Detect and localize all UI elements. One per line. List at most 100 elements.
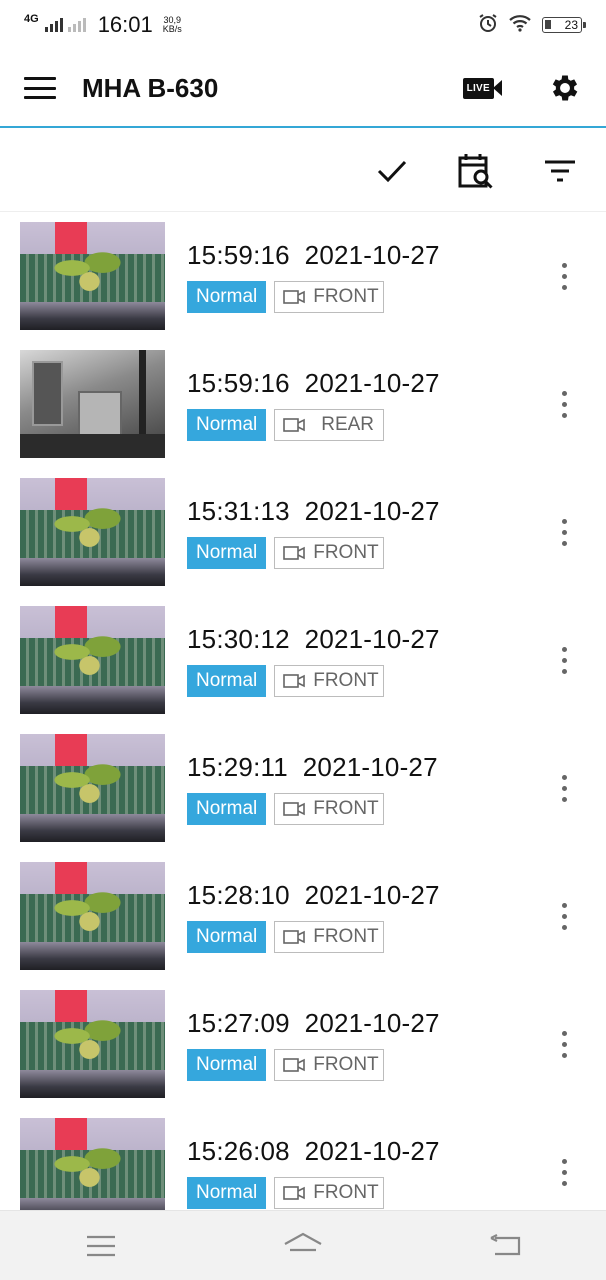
recording-timestamp: 15:27:09 2021-10-27 [187, 1008, 440, 1039]
recording-info: 15:59:16 2021-10-27 Normal FRONT [187, 240, 440, 313]
gear-icon[interactable] [548, 71, 582, 105]
calendar-search-icon[interactable] [456, 151, 496, 191]
recording-timestamp: 15:29:11 2021-10-27 [187, 752, 438, 783]
event-type-badge: Normal [187, 920, 267, 953]
recording-tags: Normal FRONT [187, 1048, 440, 1081]
more-vertical-icon[interactable] [552, 384, 576, 424]
video-thumbnail [20, 862, 165, 970]
list-item[interactable]: 15:30:12 2021-10-27 Normal FRONT [0, 596, 606, 724]
system-nav-bar [0, 1210, 606, 1280]
video-camera-icon [283, 801, 306, 817]
event-type-badge: Normal [187, 408, 267, 441]
recording-timestamp: 15:28:10 2021-10-27 [187, 880, 440, 911]
filter-icon[interactable] [540, 151, 580, 191]
recent-apps-icon[interactable] [71, 1221, 131, 1271]
battery-icon: 23 [542, 17, 586, 33]
recording-tags: Normal FRONT [187, 280, 440, 313]
camera-badge: FRONT [274, 1176, 385, 1209]
camera-label: FRONT [313, 1181, 379, 1203]
recording-info: 15:29:11 2021-10-27 Normal FRONT [187, 752, 438, 825]
video-thumbnail [20, 478, 165, 586]
recording-date: 2021-10-27 [304, 367, 440, 398]
camera-badge: FRONT [274, 536, 385, 569]
video-thumbnail [20, 222, 165, 330]
more-vertical-icon[interactable] [552, 640, 576, 680]
more-vertical-icon[interactable] [552, 1024, 576, 1064]
video-thumbnail [20, 1118, 165, 1210]
event-type-badge: Normal [187, 280, 267, 313]
list-toolbar [0, 130, 606, 212]
recording-time: 15:28:10 [187, 879, 290, 910]
more-vertical-icon[interactable] [552, 1152, 576, 1192]
live-camera-icon[interactable]: LIVE [462, 77, 502, 99]
camera-label: FRONT [313, 669, 379, 691]
more-vertical-icon[interactable] [552, 768, 576, 808]
recording-timestamp: 15:59:16 2021-10-27 [187, 368, 440, 399]
video-camera-icon [283, 545, 306, 561]
recording-timestamp: 15:26:08 2021-10-27 [187, 1136, 440, 1167]
video-thumbnail [20, 734, 165, 842]
recording-info: 15:31:13 2021-10-27 Normal FRONT [187, 496, 440, 569]
list-item[interactable]: 15:27:09 2021-10-27 Normal FRONT [0, 980, 606, 1108]
network-type: 4G [24, 12, 39, 25]
recording-tags: Normal FRONT [187, 536, 440, 569]
more-vertical-icon[interactable] [552, 896, 576, 936]
status-bar: 4G 16:01 30,9 KB/s 23 [0, 0, 606, 50]
alarm-icon [478, 13, 498, 38]
list-item[interactable]: 15:59:16 2021-10-27 Normal FRONT [0, 212, 606, 340]
recording-date: 2021-10-27 [302, 751, 438, 782]
camera-badge: FRONT [274, 920, 385, 953]
hamburger-icon[interactable] [24, 77, 56, 99]
recording-time: 15:31:13 [187, 495, 290, 526]
recording-time: 15:26:08 [187, 1135, 290, 1166]
recording-time: 15:30:12 [187, 623, 290, 654]
recording-list: 15:59:16 2021-10-27 Normal FRONT 15:59:1… [0, 212, 606, 1210]
list-item[interactable]: 15:26:08 2021-10-27 Normal FRONT [0, 1108, 606, 1210]
more-vertical-icon[interactable] [552, 256, 576, 296]
recording-date: 2021-10-27 [304, 1007, 440, 1038]
recording-info: 15:30:12 2021-10-27 Normal FRONT [187, 624, 440, 697]
recording-date: 2021-10-27 [304, 623, 440, 654]
video-camera-icon [283, 673, 306, 689]
recording-timestamp: 15:31:13 2021-10-27 [187, 496, 440, 527]
status-right: 23 [478, 13, 586, 38]
recording-date: 2021-10-27 [304, 239, 440, 270]
video-camera-icon [283, 1057, 306, 1073]
camera-badge: FRONT [274, 664, 385, 697]
more-vertical-icon[interactable] [552, 512, 576, 552]
video-camera-icon [283, 417, 306, 433]
video-thumbnail [20, 606, 165, 714]
recording-time: 15:27:09 [187, 1007, 290, 1038]
list-item[interactable]: 15:29:11 2021-10-27 Normal FRONT [0, 724, 606, 852]
wifi-icon [508, 14, 532, 37]
app-bar: MHA B-630 LIVE [0, 50, 606, 128]
home-icon[interactable] [273, 1221, 333, 1271]
event-type-badge: Normal [187, 1048, 267, 1081]
back-icon[interactable] [475, 1221, 535, 1271]
camera-label: FRONT [313, 541, 379, 563]
camera-badge: FRONT [274, 280, 385, 313]
recording-date: 2021-10-27 [304, 1135, 440, 1166]
camera-label: FRONT [313, 1053, 379, 1075]
list-item[interactable]: 15:31:13 2021-10-27 Normal FRONT [0, 468, 606, 596]
recording-tags: Normal FRONT [187, 1176, 440, 1209]
recording-tags: Normal REAR [187, 408, 440, 441]
recording-tags: Normal FRONT [187, 792, 438, 825]
camera-badge: FRONT [274, 792, 385, 825]
video-thumbnail [20, 350, 165, 458]
recording-time: 15:59:16 [187, 239, 290, 270]
list-item[interactable]: 15:28:10 2021-10-27 Normal FRONT [0, 852, 606, 980]
camera-badge: FRONT [274, 1048, 385, 1081]
recording-date: 2021-10-27 [304, 495, 440, 526]
event-type-badge: Normal [187, 536, 267, 569]
recording-info: 15:28:10 2021-10-27 Normal FRONT [187, 880, 440, 953]
recording-timestamp: 15:30:12 2021-10-27 [187, 624, 440, 655]
recording-tags: Normal FRONT [187, 664, 440, 697]
event-type-badge: Normal [187, 1176, 267, 1209]
camera-label: FRONT [313, 285, 379, 307]
camera-label: FRONT [313, 797, 379, 819]
app-actions: LIVE [462, 71, 582, 105]
event-type-badge: Normal [187, 792, 267, 825]
list-item[interactable]: 15:59:16 2021-10-27 Normal REAR [0, 340, 606, 468]
checkmark-icon[interactable] [372, 151, 412, 191]
